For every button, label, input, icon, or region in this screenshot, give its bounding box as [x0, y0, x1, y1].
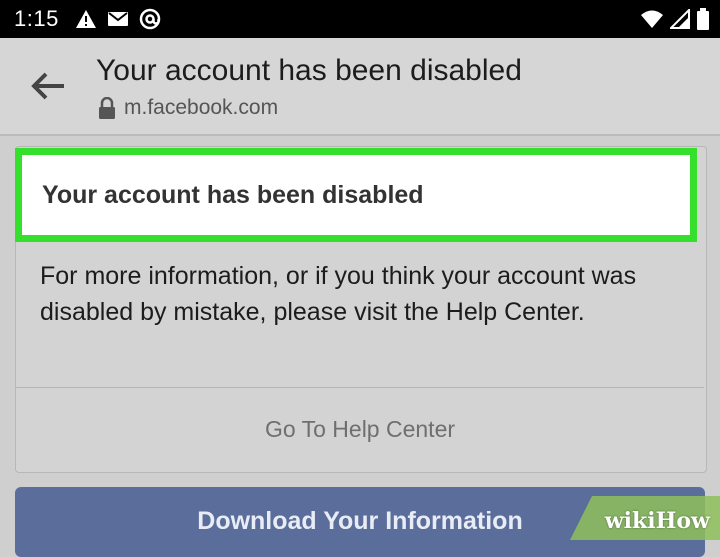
help-center-link[interactable]: Go To Help Center: [16, 388, 704, 470]
wikihow-watermark: wikiHow: [570, 496, 720, 540]
back-arrow-icon[interactable]: [28, 68, 68, 104]
watermark-text: wikiHow: [604, 508, 710, 534]
mail-icon: [107, 12, 128, 26]
browser-header: Your account has been disabled m.faceboo…: [0, 38, 720, 136]
wifi-icon: [641, 10, 663, 28]
notification-icons: [75, 8, 161, 30]
url-text: m.facebook.com: [124, 96, 279, 119]
system-icons: [640, 8, 710, 30]
url-bar[interactable]: m.facebook.com: [98, 96, 278, 120]
status-time: 1:15: [14, 6, 59, 31]
card-heading: Your account has been disabled: [42, 181, 424, 209]
signal-icon: [670, 9, 690, 29]
status-bar: 1:15: [0, 0, 720, 38]
card-message: For more information, or if you think yo…: [40, 262, 637, 326]
warning-icon: [75, 10, 96, 28]
lock-icon: [99, 97, 115, 119]
page-title: Your account has been disabled: [96, 54, 522, 87]
highlighted-heading-box: Your account has been disabled: [15, 148, 697, 242]
at-icon: [139, 8, 161, 30]
battery-icon: [697, 8, 709, 30]
